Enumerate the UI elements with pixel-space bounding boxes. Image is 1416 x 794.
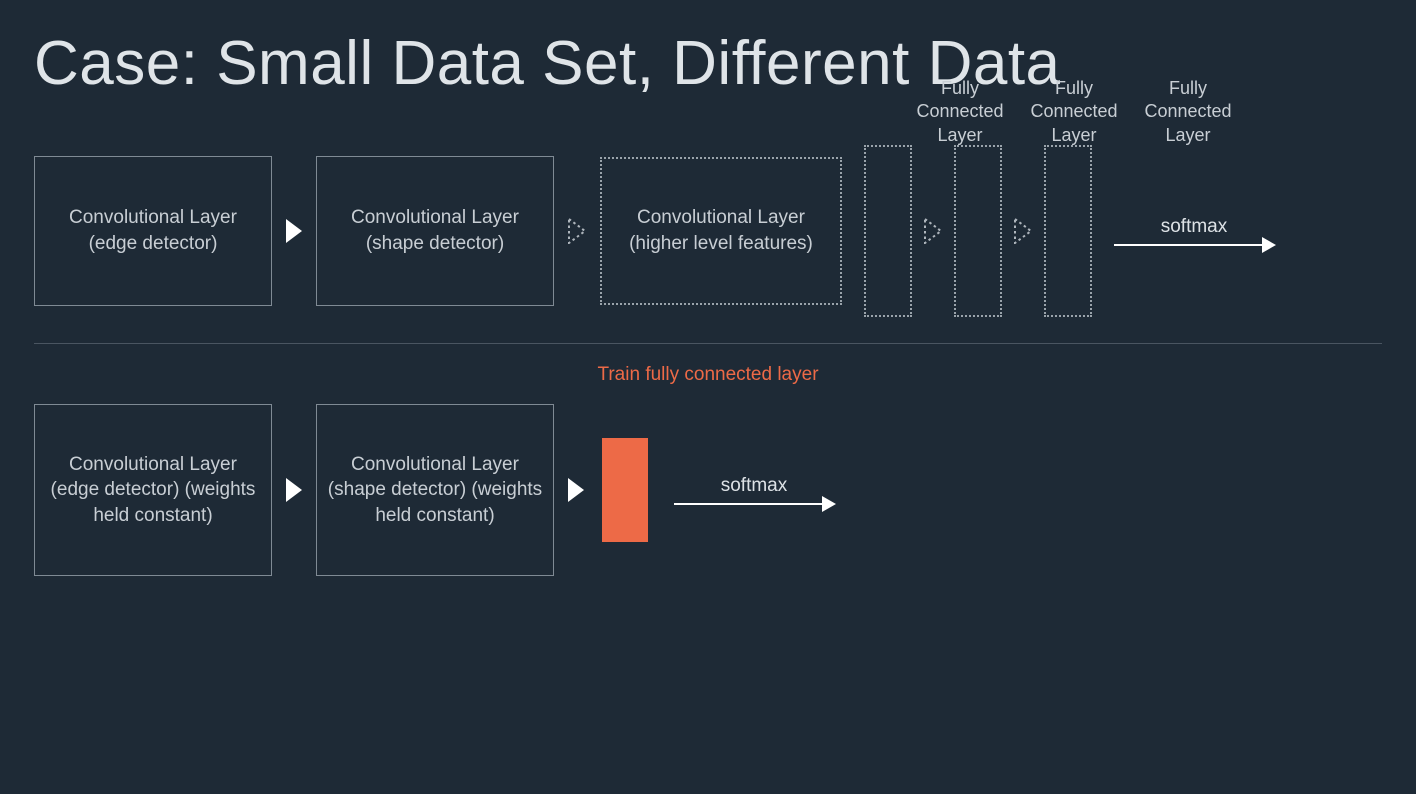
bottom-diagram: Convolutional Layer (edge detector) (wei… (34, 404, 1382, 576)
conv-layer-higher: Convolutional Layer (higher level featur… (600, 157, 842, 305)
fc-label-1: Fully Connected Layer (908, 77, 1012, 147)
arrow-dotted-icon (1014, 218, 1032, 244)
conv-layer-edge-frozen: Convolutional Layer (edge detector) (wei… (34, 404, 272, 576)
slide: Case: Small Data Set, Different Data Ful… (0, 0, 1416, 794)
divider (34, 343, 1382, 344)
arrow-icon (286, 478, 302, 502)
caption: Train fully connected layer (34, 364, 1382, 386)
arrowhead-icon (822, 496, 836, 512)
trainable-fc-layer (602, 438, 648, 542)
conv-layer-shape-label: Convolutional Layer (shape detector) (327, 205, 543, 256)
softmax-arrow-bottom: softmax (674, 475, 834, 505)
fc-layer-1 (864, 145, 912, 317)
fc-label-3: Fully Connected Layer (1136, 77, 1240, 147)
softmax-label-top: softmax (1161, 216, 1228, 238)
fc-label-2: Fully Connected Layer (1022, 77, 1126, 147)
conv-layer-edge: Convolutional Layer (edge detector) (34, 156, 272, 306)
arrow-dotted-icon (568, 218, 586, 244)
arrowhead-icon (1262, 237, 1276, 253)
fc-layer-2 (954, 145, 1002, 317)
conv-layer-shape: Convolutional Layer (shape detector) (316, 156, 554, 306)
arrow-dotted-icon (924, 218, 942, 244)
conv-layer-edge-frozen-label: Convolutional Layer (edge detector) (wei… (45, 452, 261, 529)
conv-layer-edge-label: Convolutional Layer (edge detector) (45, 205, 261, 256)
conv-layer-shape-frozen: Convolutional Layer (shape detector) (we… (316, 404, 554, 576)
top-diagram: Fully Connected Layer Fully Connected La… (34, 145, 1382, 317)
conv-layer-higher-label: Convolutional Layer (higher level featur… (612, 205, 830, 256)
arrow-icon (568, 478, 584, 502)
conv-layer-shape-frozen-label: Convolutional Layer (shape detector) (we… (327, 452, 543, 529)
softmax-label-bottom: softmax (721, 475, 788, 497)
arrow-icon (286, 219, 302, 243)
fc-layer-3 (1044, 145, 1092, 317)
softmax-arrow-top: softmax (1114, 216, 1274, 246)
